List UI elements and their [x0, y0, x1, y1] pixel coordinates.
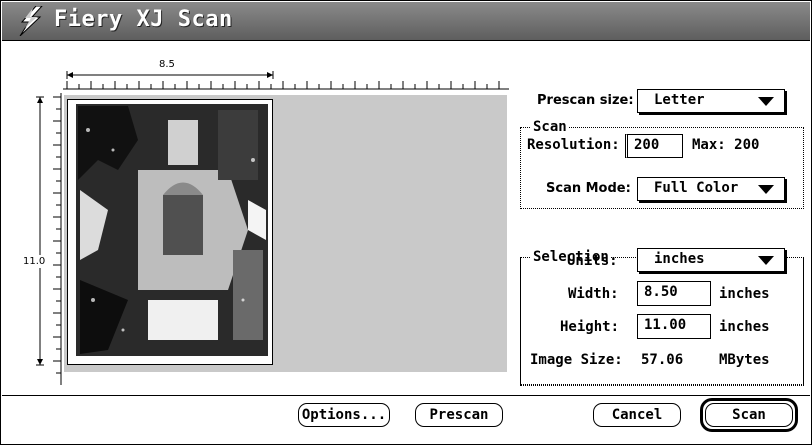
prescan-size-label: Prescan size:	[537, 93, 634, 108]
width-field[interactable]: 8.50	[637, 281, 711, 306]
chevron-down-icon	[758, 97, 774, 106]
resolution-field[interactable]: 200	[625, 134, 683, 158]
options-button[interactable]: Options...	[298, 403, 390, 427]
resolution-label: Resolution:	[527, 137, 620, 153]
scan-mode-value: Full Color	[654, 180, 739, 196]
scan-mode-dropdown[interactable]: Full Color	[637, 177, 785, 201]
scan-button[interactable]: Scan	[705, 403, 793, 427]
title-bar[interactable]: Fiery XJ Scan	[2, 2, 810, 41]
height-value: 11.00	[644, 317, 687, 333]
units-label: Units:	[567, 253, 618, 269]
window-title: Fiery XJ Scan	[54, 7, 233, 32]
image-size-label: Image Size:	[530, 352, 623, 368]
chevron-down-icon	[758, 256, 774, 265]
units-dropdown[interactable]: inches	[637, 248, 785, 272]
prescan-size-value: Letter	[654, 92, 705, 108]
scanned-photo-thumbnail	[68, 100, 272, 364]
image-size-value: 57.06	[641, 352, 684, 368]
button-bar-divider	[2, 395, 810, 396]
height-unit: inches	[719, 319, 770, 335]
width-value: 8.50	[644, 284, 678, 300]
max-resolution-text: Max: 200	[692, 137, 760, 153]
chevron-down-icon	[758, 185, 774, 194]
height-field[interactable]: 11.00	[637, 314, 711, 339]
width-unit: inches	[719, 286, 770, 302]
cancel-button[interactable]: Cancel	[593, 403, 681, 427]
width-label: Width:	[568, 286, 619, 302]
ruler-width-label: 8.5	[157, 59, 177, 70]
scan-mode-label: Scan Mode:	[546, 181, 631, 196]
prescan-size-dropdown[interactable]: Letter	[637, 89, 785, 113]
lightning-bolt-icon	[19, 6, 43, 36]
scan-dialog-window: Fiery XJ Scan 8.5 11.0 Prescan size: Let…	[0, 0, 812, 445]
horizontal-ruler	[63, 71, 509, 90]
preview-image[interactable]	[67, 99, 273, 365]
vertical-ruler	[36, 93, 62, 385]
image-size-unit: MBytes	[719, 352, 770, 368]
units-value: inches	[654, 251, 705, 267]
prescan-button[interactable]: Prescan	[415, 403, 503, 427]
ruler-height-label: 11.0	[23, 255, 46, 268]
height-label: Height:	[560, 319, 620, 335]
scan-group-title: Scan	[531, 119, 569, 135]
resolution-value: 200	[634, 137, 660, 153]
